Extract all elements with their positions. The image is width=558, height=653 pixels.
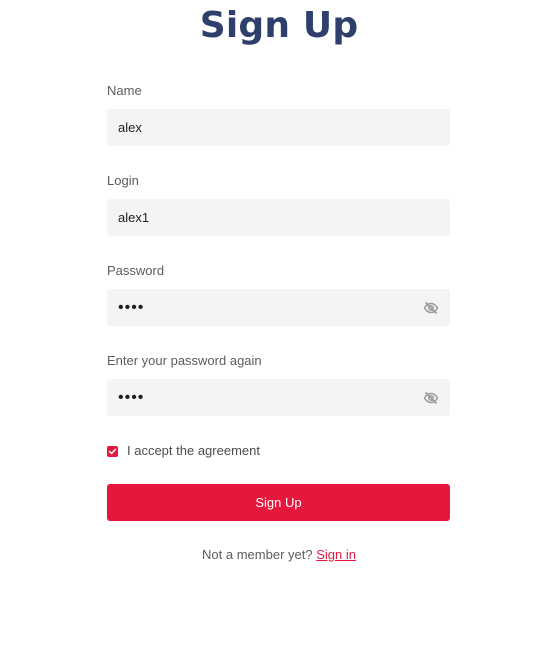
name-field-container [107,109,450,146]
sign-in-link[interactable]: Sign in [316,547,356,562]
password-input[interactable] [107,289,450,326]
agreement-row: I accept the agreement [107,443,260,459]
agreement-label: I accept the agreement [127,443,260,458]
password-label: Password [107,263,165,278]
page-title: Sign Up [199,5,359,46]
eye-off-icon[interactable] [423,300,439,316]
check-icon [108,448,117,454]
sign-up-button[interactable]: Sign Up [107,484,450,521]
password-field-container [107,289,450,326]
agreement-checkbox[interactable] [107,445,118,457]
password-confirm-field-container [107,379,450,416]
eye-off-icon[interactable] [423,390,439,406]
name-label: Name [107,83,142,98]
signin-prompt-text: Not a member yet? [202,547,313,562]
signin-prompt: Not a member yet? Sign in [0,547,558,563]
login-field-container [107,199,450,236]
login-input[interactable] [107,199,450,236]
password-confirm-input[interactable] [107,379,450,416]
login-label: Login [107,173,139,188]
name-input[interactable] [107,109,450,146]
password-confirm-label: Enter your password again [107,353,262,368]
